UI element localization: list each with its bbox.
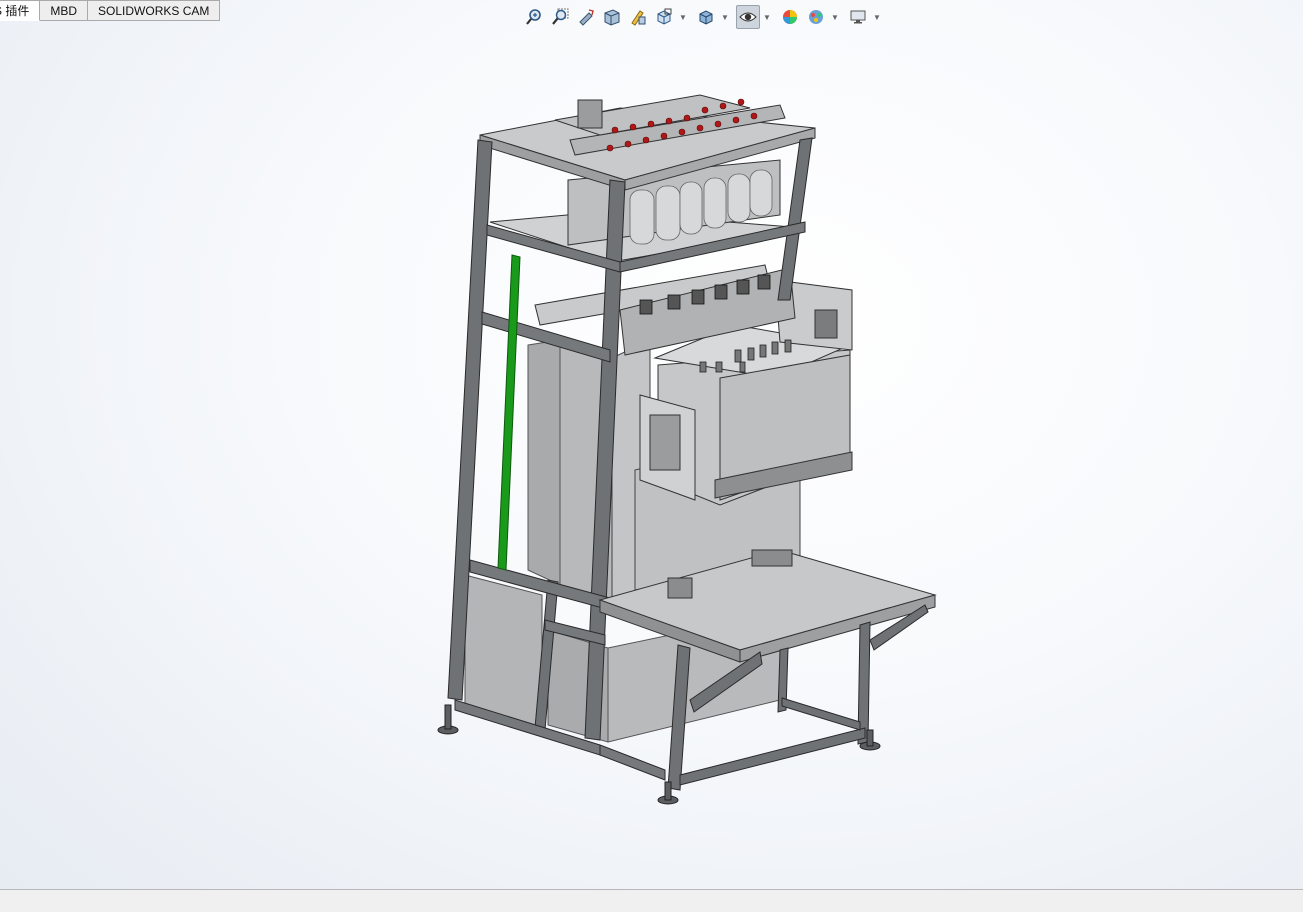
graphics-area[interactable]	[0, 24, 1303, 889]
tab-mbd[interactable]: MBD	[40, 0, 89, 21]
command-manager-tabs: S 插件 MBD SOLIDWORKS CAM	[0, 0, 221, 23]
machine-assembly-model[interactable]	[0, 24, 1303, 889]
status-bar	[0, 889, 1303, 912]
tab-solidworks-cam[interactable]: SOLIDWORKS CAM	[88, 0, 221, 21]
tab-plugins[interactable]: S 插件	[0, 0, 41, 21]
